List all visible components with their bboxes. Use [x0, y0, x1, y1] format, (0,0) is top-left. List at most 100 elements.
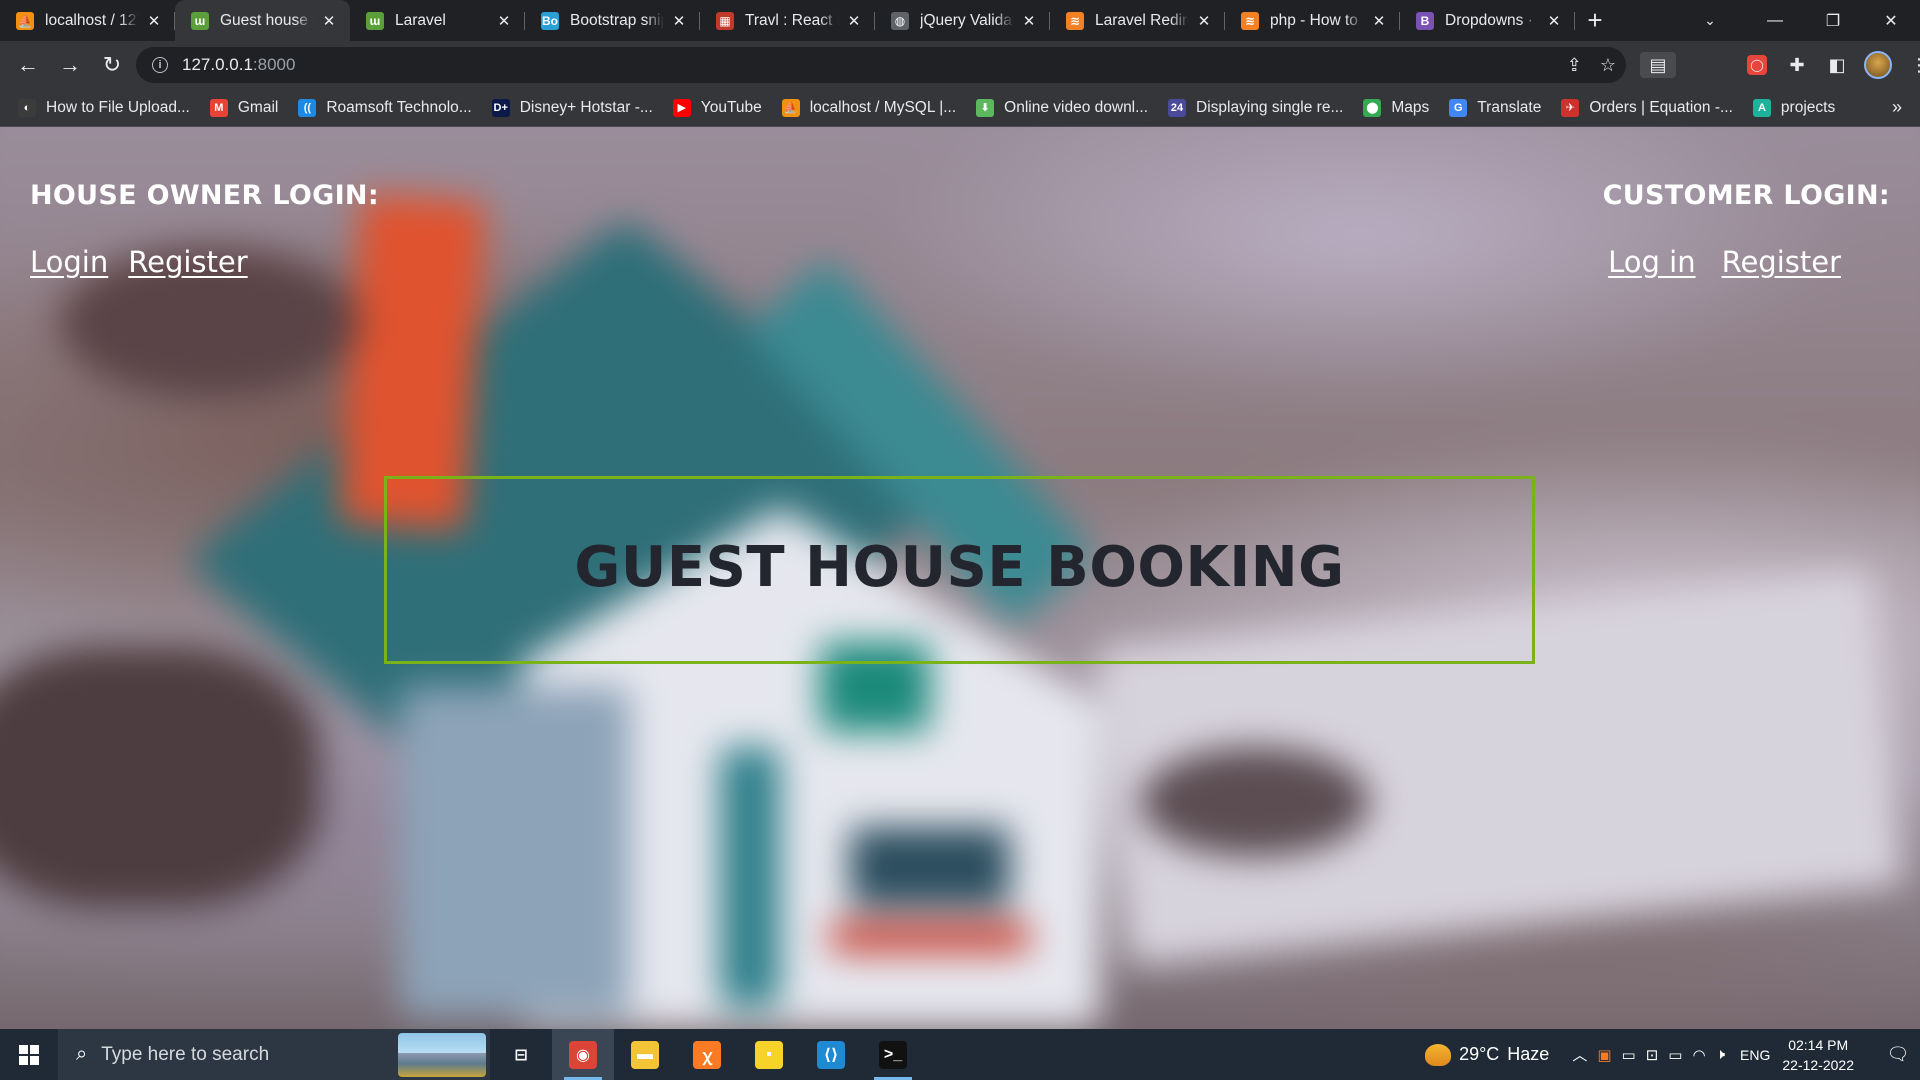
bookmark-star-icon[interactable]: ☆	[1600, 55, 1616, 76]
wifi-icon[interactable]: ◠	[1692, 1046, 1705, 1064]
tab-title: Guest house management	[220, 11, 314, 29]
recorder-extension-icon[interactable]: ◯	[1744, 52, 1770, 78]
site-info-icon[interactable]: i	[142, 57, 178, 73]
w3-icon: 24	[1168, 98, 1187, 117]
browser-tab[interactable]: ɯ Guest house management ✕	[175, 0, 350, 41]
bookmarks-overflow-icon[interactable]: »	[1892, 97, 1902, 118]
clock[interactable]: 02:14 PM 22-12-2022	[1782, 1035, 1854, 1075]
omnibox-actions: ⇪ ☆	[1567, 47, 1616, 83]
start-button[interactable]	[0, 1029, 58, 1080]
bookmark-item[interactable]: M Gmail	[209, 98, 278, 117]
extension-placeholder-icon[interactable]	[1690, 52, 1730, 78]
weather-widget[interactable]: 29°C Haze	[1425, 1043, 1550, 1066]
share-icon[interactable]: ⇪	[1567, 55, 1582, 76]
tab-close-icon[interactable]: ✕	[145, 12, 163, 30]
tab-close-icon[interactable]: ✕	[320, 12, 338, 30]
notifications-icon[interactable]: 🗨	[1876, 1044, 1920, 1065]
customer-login-link[interactable]: Log in	[1608, 245, 1695, 279]
customer-login-heading: CUSTOMER LOGIN:	[1602, 180, 1890, 211]
maps-icon: ⬤	[1363, 98, 1382, 117]
side-panel-icon[interactable]: ◧	[1824, 52, 1850, 78]
weather-desc: Haze	[1507, 1044, 1550, 1064]
browser-tab[interactable]: B Dropdowns · Bootstrap ✕	[1400, 0, 1575, 41]
download-icon: ⬇	[976, 98, 995, 117]
back-arrow-icon[interactable]: ←	[8, 45, 48, 85]
terminal-icon[interactable]: >_	[862, 1029, 924, 1080]
input-language[interactable]: ENG	[1740, 1047, 1770, 1063]
extensions-puzzle-icon[interactable]: ✚	[1784, 52, 1810, 78]
bookmark-item[interactable]: ▶ YouTube	[672, 98, 762, 117]
taskbar-search[interactable]: ⌕ Type here to search	[58, 1029, 490, 1080]
tab-close-icon[interactable]: ✕	[670, 12, 688, 30]
meet-now-icon[interactable]: ▭	[1622, 1046, 1636, 1064]
bookmark-label: Orders | Equation -...	[1589, 98, 1733, 116]
close-window-icon[interactable]: ✕	[1862, 0, 1920, 41]
show-hidden-icons-chevron-icon[interactable]: ︿	[1572, 1044, 1587, 1065]
taskbar-app-glyph: ▪	[755, 1040, 783, 1069]
customer-links: Log in Register	[1608, 245, 1841, 279]
vscode-icon[interactable]: ⟨⟩	[800, 1029, 862, 1080]
tab-close-icon[interactable]: ✕	[495, 12, 513, 30]
globe-icon: ◍	[891, 11, 909, 30]
tab-close-icon[interactable]: ✕	[1020, 12, 1038, 30]
cast-extension-icon[interactable]: ▤	[1640, 52, 1676, 78]
bookmark-item[interactable]: Aprojects	[1752, 98, 1836, 117]
bookmark-label: Roamsoft Technolo...	[326, 98, 472, 116]
minimize-icon[interactable]: —	[1746, 0, 1804, 41]
tab-close-icon[interactable]: ✕	[1370, 12, 1388, 30]
tab-strip: ⛵ localhost / 127.0.0.1 ✕ ɯ Guest house mana…	[0, 0, 1920, 41]
browser-tab[interactable]: Bo Bootstrap snippets ✕	[525, 0, 700, 41]
chrome-icon[interactable]: ◉	[552, 1029, 614, 1080]
file-explorer-icon[interactable]: ▬	[614, 1029, 676, 1080]
tab-close-icon[interactable]: ✕	[1545, 12, 1563, 30]
bookmark-label: Online video downl...	[1004, 98, 1149, 116]
profile-avatar[interactable]	[1864, 51, 1892, 79]
weather-haze-icon	[1425, 1043, 1452, 1066]
forward-arrow-icon[interactable]: →	[50, 45, 90, 85]
xampp-tray-icon[interactable]: ▣	[1597, 1046, 1611, 1064]
bookmark-item[interactable]: ((Roamsoft Technolo...	[298, 98, 472, 117]
volume-muted-icon[interactable]: 🕨	[1716, 1046, 1725, 1063]
xampp-icon[interactable]: ꭓ	[676, 1029, 738, 1080]
tab-search-icon[interactable]: ⌄	[1690, 0, 1730, 41]
bookmark-label: projects	[1780, 98, 1836, 116]
address-bar[interactable]: i 127.0.0.1:8000 ⇪ ☆	[136, 47, 1626, 83]
bookmark-item[interactable]: ⬇ Online video downl...	[976, 98, 1149, 117]
bookmark-item[interactable]: D+ Disney+ Hotstar -...	[491, 98, 653, 117]
bookmark-item[interactable]: ✈ Orders | Equation -...	[1561, 98, 1733, 117]
taskbar-app-glyph: ꭓ	[693, 1040, 721, 1069]
owner-login-link[interactable]: Login	[30, 245, 108, 279]
tab-close-icon[interactable]: ✕	[845, 12, 863, 30]
battery-icon[interactable]: ▭	[1668, 1046, 1682, 1064]
taskview-icon[interactable]: ⊟	[490, 1029, 552, 1080]
reload-icon[interactable]: ↻	[92, 45, 132, 85]
bookmark-label: How to File Upload...	[46, 98, 190, 116]
browser-tab[interactable]: ≋ php - How to ✕	[1225, 0, 1400, 41]
restore-icon[interactable]: ❐	[1804, 0, 1862, 41]
bookmark-item[interactable]: ⛵ localhost / MySQL |...	[781, 98, 956, 117]
bookmark-label: YouTube	[700, 98, 762, 116]
owner-register-link[interactable]: Register	[128, 245, 247, 279]
browser-tab[interactable]: ◍ jQuery Validation ✕	[875, 0, 1050, 41]
customer-register-link[interactable]: Register	[1722, 245, 1841, 279]
hero-title: GUEST HOUSE BOOKING	[574, 534, 1345, 600]
new-tab-button[interactable]: +	[1575, 0, 1615, 41]
tab-title: jQuery Validation	[920, 11, 1014, 29]
clock-date: 22-12-2022	[1782, 1056, 1854, 1073]
browser-tab[interactable]: ▦ Travl : React Responsive ✕	[700, 0, 875, 41]
tab-title: Travl : React Responsive	[745, 11, 839, 29]
browser-tab[interactable]: ɯ Laravel ✕	[350, 0, 525, 41]
browser-tab[interactable]: ⛵ localhost / 127.0.0.1 ✕	[0, 0, 175, 41]
tab-title: Bootstrap snippets	[570, 11, 664, 29]
browser-tab[interactable]: ≋ Laravel Redirect ✕	[1050, 0, 1225, 41]
bookmark-item[interactable]: G Translate	[1449, 98, 1541, 117]
menu-kebab-icon[interactable]: ⋮	[1906, 52, 1920, 78]
bootstrap-icon: B	[1416, 11, 1434, 30]
tab-close-icon[interactable]: ✕	[1195, 12, 1213, 30]
url-text[interactable]: 127.0.0.1:8000	[182, 55, 295, 75]
tray-app-icon[interactable]: ⊡	[1646, 1046, 1659, 1064]
sticky-notes-icon[interactable]: ▪	[738, 1029, 800, 1080]
bookmark-item[interactable]: 24 Displaying single re...	[1168, 98, 1343, 117]
bookmark-item[interactable]: ◐ How to File Upload...	[18, 98, 190, 117]
bookmark-item[interactable]: ⬤ Maps	[1363, 98, 1429, 117]
